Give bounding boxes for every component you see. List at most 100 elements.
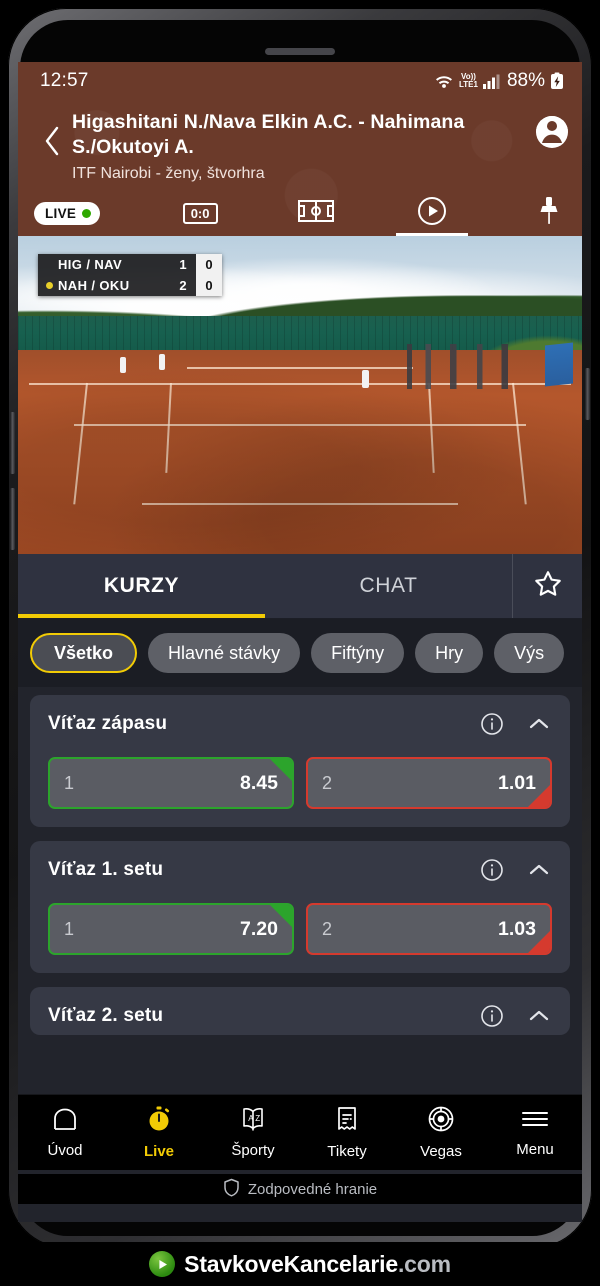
scoreboard-icon: 0:0 (182, 202, 218, 224)
header-view-tabs: 0:0 (100, 190, 532, 236)
svg-text:A: A (248, 1114, 254, 1123)
odd-button[interactable]: 1 8.45 (48, 757, 294, 809)
bottom-navigation: Úvod Live A Z Športy Tikety Vegas Menu (18, 1094, 582, 1170)
tab-kurzy-label: KURZY (103, 574, 180, 597)
watermark-tld: .com (397, 1250, 451, 1277)
app-header: Higashitani N./Nava Elkin A.C. - Nahiman… (18, 100, 582, 236)
market-title: Víťaz zápasu (48, 713, 168, 734)
nav-label: Športy (231, 1142, 275, 1159)
market-card-header: Víťaz 1. setu (48, 857, 552, 883)
pin-button[interactable] (532, 196, 566, 231)
chip-fiftyny[interactable]: Fiftýny (311, 633, 405, 673)
nav-item-live[interactable]: Live (112, 1105, 206, 1160)
tab-chat[interactable]: CHAT (265, 554, 512, 618)
competition-subtitle: ITF Nairobi - ženy, štvorhra (72, 165, 265, 182)
hamburger-icon (520, 1107, 550, 1136)
volume-down-button[interactable] (10, 488, 15, 550)
video-banner (545, 342, 574, 387)
status-bar: 12:57 Vo)) LTE1 88% (18, 62, 582, 100)
star-outline-icon (533, 569, 563, 604)
nav-label: Úvod (47, 1142, 83, 1159)
scoreboard-sets: 1 (170, 254, 196, 275)
chevron-up-icon[interactable] (526, 1003, 552, 1029)
user-avatar-icon (536, 116, 568, 148)
odds-row: 1 7.20 2 1.03 (48, 903, 552, 955)
nav-label: Live (143, 1143, 174, 1160)
chip-icon (427, 1105, 455, 1138)
scoreboard-row: NAH / OKU 2 0 (38, 275, 222, 296)
wifi-icon (434, 73, 454, 89)
market-card-header: Víťaz 2. setu (48, 1003, 552, 1029)
volume-up-button[interactable] (10, 412, 15, 474)
pin-icon (538, 196, 560, 231)
scoreboard-team-name: NAH / OKU (38, 275, 170, 296)
chevron-up-icon[interactable] (526, 711, 552, 737)
nav-label: Vegas (420, 1143, 462, 1160)
odd-button[interactable]: 2 1.03 (306, 903, 552, 955)
volte-indicator: Vo)) LTE1 (459, 71, 478, 89)
match-title: Higashitani N./Nava Elkin A.C. - Nahiman… (72, 111, 465, 158)
pitch-icon (298, 199, 335, 227)
nav-item-vegas[interactable]: Vegas (394, 1105, 488, 1160)
nav-item-tikety[interactable]: Tikety (300, 1105, 394, 1160)
trend-down-indicator (528, 931, 550, 953)
chevron-left-icon (41, 124, 63, 163)
chip-hlavne-stavky[interactable]: Hlavné stávky (148, 633, 301, 673)
chip-vsetko[interactable]: Všetko (30, 633, 138, 673)
live-badge-label: LIVE (45, 205, 77, 221)
signal-bars-icon (482, 74, 501, 89)
nav-label: Menu (516, 1141, 554, 1158)
scoreboard-games: 0 (196, 254, 222, 275)
court-line (512, 382, 528, 505)
earpiece-speaker (265, 48, 335, 55)
market-actions (480, 1003, 552, 1029)
odd-button[interactable]: 1 7.20 (48, 903, 294, 955)
favorite-button[interactable] (512, 554, 582, 618)
chevron-up-icon[interactable] (526, 857, 552, 883)
header-text-block: Higashitani N./Nava Elkin A.C. - Nahiman… (72, 110, 536, 184)
serve-indicator-icon (46, 282, 53, 289)
market-card: Víťaz zápasu 1 8.45 2 1.01 (30, 695, 570, 827)
odd-label: 1 (64, 772, 75, 793)
odd-button[interactable]: 2 1.01 (306, 757, 552, 809)
info-icon[interactable] (480, 858, 504, 882)
filter-chip-row[interactable]: Všetko Hlavné stávky Fiftýny Hry Výs (18, 619, 582, 687)
stopwatch-icon (145, 1105, 173, 1138)
info-icon[interactable] (480, 1004, 504, 1028)
scoreboard-tab[interactable]: 0:0 (164, 190, 236, 236)
status-icons: Vo)) LTE1 88% (434, 70, 564, 92)
video-player (119, 356, 126, 373)
live-video-stream[interactable]: HIG / NAV 1 0 NAH / OKU 2 0 (18, 236, 582, 554)
court-net (187, 366, 413, 369)
play-circle-icon (149, 1251, 176, 1277)
video-scoreboard-overlay: HIG / NAV 1 0 NAH / OKU 2 0 (38, 254, 222, 296)
info-icon[interactable] (480, 712, 504, 736)
scoreboard-team-name: HIG / NAV (38, 254, 170, 275)
market-title: Víťaz 1. setu (48, 859, 164, 880)
scoreboard-sets: 2 (170, 275, 196, 296)
video-tab[interactable] (396, 190, 469, 236)
back-button[interactable] (32, 110, 72, 163)
svg-text:Z: Z (255, 1114, 260, 1123)
live-dot-icon (82, 208, 92, 218)
user-avatar-button[interactable] (536, 116, 568, 148)
trend-up-indicator (270, 759, 292, 781)
markets-list: Víťaz zápasu 1 8.45 2 1.01 Víťaz 1. setu… (18, 687, 582, 1115)
responsible-gaming-label: Zodpovedné hranie (247, 1180, 378, 1198)
site-watermark: StavkoveKancelarie.com (0, 1242, 600, 1286)
video-player (159, 353, 165, 370)
odd-label: 2 (322, 772, 333, 793)
tab-kurzy[interactable]: KURZY (18, 554, 265, 618)
chip-vysledok[interactable]: Výs (494, 633, 565, 673)
responsible-gaming-bar[interactable]: Zodpovedné hranie (18, 1174, 582, 1204)
nav-item-menu[interactable]: Menu (488, 1107, 582, 1158)
chip-hry[interactable]: Hry (415, 633, 484, 673)
odd-label: 1 (64, 918, 75, 939)
pitch-tab[interactable] (280, 190, 352, 236)
nav-item-sporty[interactable]: A Z Športy (206, 1106, 300, 1159)
az-book-icon: A Z (238, 1106, 268, 1137)
live-badge: LIVE (34, 201, 101, 225)
trend-down-indicator (528, 785, 550, 807)
power-button[interactable] (585, 368, 590, 420)
nav-item-uvod[interactable]: Úvod (18, 1106, 112, 1159)
